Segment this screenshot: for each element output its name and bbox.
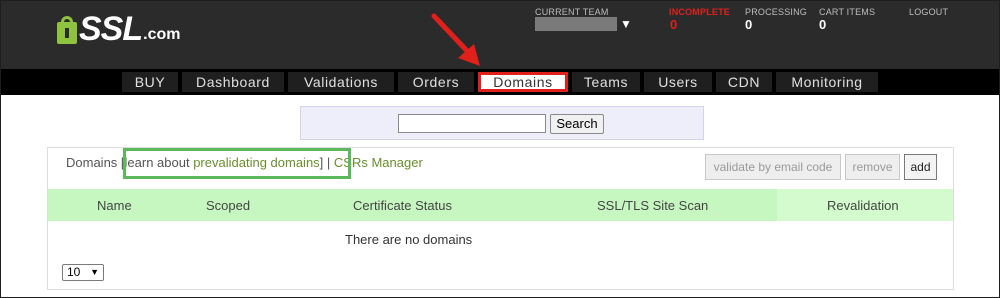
incomplete-count[interactable]: 0 bbox=[670, 17, 677, 32]
lock-icon bbox=[57, 16, 77, 46]
cart-items-count[interactable]: 0 bbox=[819, 17, 826, 32]
page-size-select[interactable]: 10 ▼ bbox=[62, 264, 104, 281]
logo-text: SSL bbox=[79, 10, 143, 48]
logout-link[interactable]: LOGOUT bbox=[909, 7, 948, 17]
validate-by-email-button[interactable]: validate by email code bbox=[705, 154, 841, 180]
nav-item-teams[interactable]: Teams bbox=[572, 72, 640, 92]
highlight-box bbox=[123, 148, 351, 179]
logo-suffix: .com bbox=[143, 26, 181, 43]
column-site-scan[interactable]: SSL/TLS Site Scan bbox=[597, 198, 708, 213]
nav-item-buy[interactable]: BUY bbox=[122, 72, 178, 92]
empty-message: There are no domains bbox=[345, 232, 473, 247]
nav-item-monitoring[interactable]: Monitoring bbox=[776, 72, 878, 92]
current-team-select[interactable] bbox=[535, 17, 617, 31]
remove-button[interactable]: remove bbox=[845, 154, 900, 180]
breadcrumb-domains: Domains bbox=[66, 155, 118, 170]
nav-item-cdn[interactable]: CDN bbox=[716, 72, 772, 92]
nav-item-users[interactable]: Users bbox=[644, 72, 712, 92]
column-scoped[interactable]: Scoped bbox=[206, 198, 250, 213]
column-revalidation[interactable]: Revalidation bbox=[827, 198, 899, 213]
nav-item-domains[interactable]: Domains bbox=[478, 72, 568, 92]
processing-count[interactable]: 0 bbox=[745, 17, 752, 32]
nav-item-dashboard[interactable]: Dashboard bbox=[182, 72, 284, 92]
column-name[interactable]: Name bbox=[97, 198, 132, 213]
search-input[interactable] bbox=[398, 114, 546, 133]
search-button[interactable]: Search bbox=[550, 114, 604, 134]
add-button[interactable]: add bbox=[904, 154, 937, 180]
current-team-label: CURRENT TEAM bbox=[535, 7, 609, 17]
nav-item-validations[interactable]: Validations bbox=[288, 72, 394, 92]
chevron-down-icon[interactable]: ▼ bbox=[620, 17, 632, 31]
nav-item-orders[interactable]: Orders bbox=[398, 72, 474, 92]
cart-items-label[interactable]: CART ITEMS bbox=[819, 7, 875, 17]
page-size-value: 10 bbox=[67, 265, 81, 279]
column-certificate-status[interactable]: Certificate Status bbox=[353, 198, 452, 213]
red-arrow-icon bbox=[431, 13, 480, 66]
chevron-down-icon: ▼ bbox=[90, 267, 99, 277]
processing-label[interactable]: PROCESSING bbox=[745, 7, 807, 17]
incomplete-label[interactable]: INCOMPLETE bbox=[669, 7, 730, 17]
ssl-logo[interactable]: SSL .com bbox=[57, 10, 180, 46]
